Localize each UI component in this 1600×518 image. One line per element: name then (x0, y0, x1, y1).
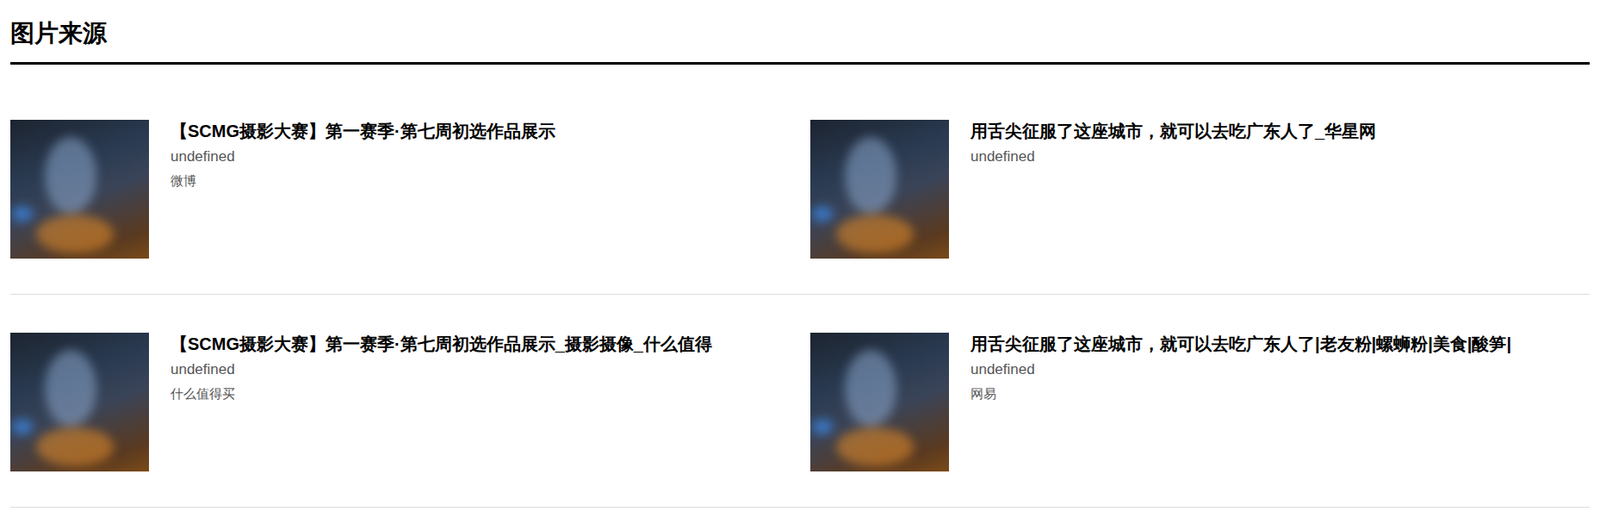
source-row: 【SCMG摄影大赛】第一赛季·第七周初选作品展示_摄影摄像_什么值得undefi… (10, 294, 1590, 508)
thumbnail-image[interactable] (10, 119, 149, 259)
source-title[interactable]: 【SCMG摄影大赛】第一赛季·第七周初选作品展示_摄影摄像_什么值得 (170, 332, 713, 355)
source-info: 用舌尖征服了这座城市，就可以去吃广东人了_华星网 undefined (970, 119, 1377, 259)
source-title[interactable]: 用舌尖征服了这座城市，就可以去吃广东人了|老友粉|螺蛳粉|美食|酸笋| (970, 332, 1512, 355)
source-card[interactable]: 用舌尖征服了这座城市，就可以去吃广东人了|老友粉|螺蛳粉|美食|酸笋| undef… (810, 332, 1590, 472)
source-info: 用舌尖征服了这座城市，就可以去吃广东人了|老友粉|螺蛳粉|美食|酸笋| undef… (970, 332, 1512, 472)
source-site: 网易 (970, 384, 1512, 403)
section-heading: 图片来源 (10, 0, 1590, 65)
thumbnail-image[interactable] (810, 332, 949, 472)
source-title[interactable]: 【SCMG摄影大赛】第一赛季·第七周初选作品展示 (170, 119, 556, 143)
source-card[interactable]: 用舌尖征服了这座城市，就可以去吃广东人了_华星网 undefined (810, 119, 1590, 259)
source-subtitle: undefined (970, 147, 1377, 167)
source-list: 【SCMG摄影大赛】第一赛季·第七周初选作品展示undefined微博用舌尖征服… (10, 81, 1590, 508)
source-subtitle: undefined (170, 359, 713, 379)
source-card[interactable]: 【SCMG摄影大赛】第一赛季·第七周初选作品展示 undefined 微博 (10, 119, 790, 259)
thumbnail-image[interactable] (810, 119, 949, 259)
source-site: 微博 (170, 172, 556, 190)
source-title[interactable]: 用舌尖征服了这座城市，就可以去吃广东人了_华星网 (970, 119, 1377, 143)
source-subtitle: undefined (170, 147, 556, 167)
source-info: 【SCMG摄影大赛】第一赛季·第七周初选作品展示 undefined 微博 (170, 119, 556, 259)
thumbnail-image[interactable] (10, 332, 149, 472)
source-info: 【SCMG摄影大赛】第一赛季·第七周初选作品展示_摄影摄像_什么值得undefi… (170, 332, 713, 472)
source-row: 【SCMG摄影大赛】第一赛季·第七周初选作品展示 undefined 微博 用舌尖征服… (10, 81, 1590, 295)
source-card[interactable]: 【SCMG摄影大赛】第一赛季·第七周初选作品展示_摄影摄像_什么值得undefi… (10, 332, 790, 472)
source-subtitle: undefined (970, 359, 1512, 379)
source-site: 什么值得买 (170, 384, 713, 403)
image-sources-page: 图片来源【SCMG摄影大赛】第一赛季·第七周初选作品展示undefined微博用… (0, 0, 1600, 518)
